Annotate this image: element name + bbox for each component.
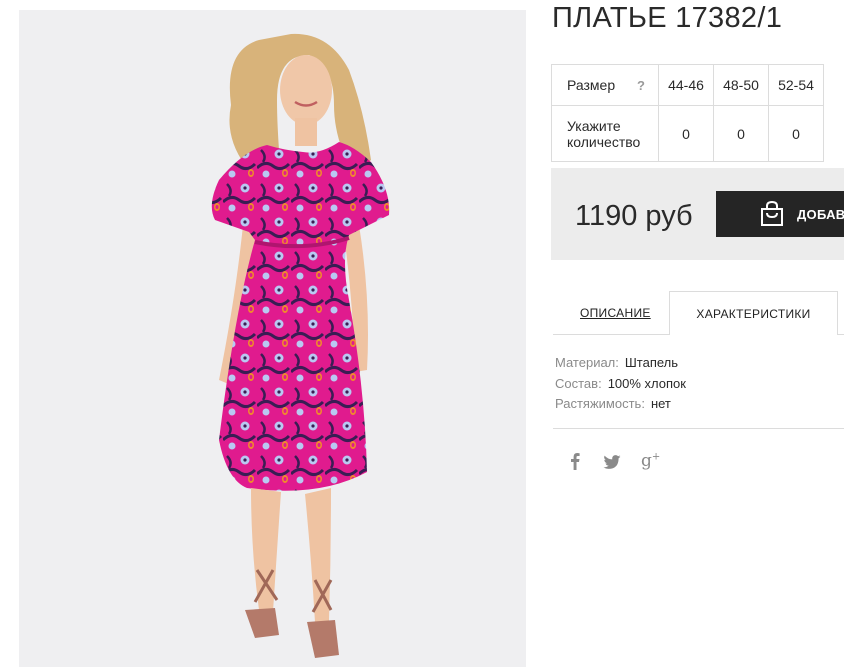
size-quantity-table: Размер ? 44-46 48-50 52-54 Укажите колич… xyxy=(551,64,824,162)
characteristic-value: нет xyxy=(650,396,671,411)
size-header-cell: Размер ? xyxy=(551,64,659,106)
add-to-cart-label: ДОБАВИТЬ В КОРЗИНУ xyxy=(797,207,844,222)
tabs-divider-right xyxy=(838,334,844,335)
quantity-label-line1: Укажите xyxy=(567,117,621,134)
size-help-icon[interactable]: ? xyxy=(637,78,645,93)
google-plus-icon: g+ xyxy=(641,451,661,471)
characteristic-composition: Состав: 100% хлопок xyxy=(555,374,686,395)
size-option-52-54: 52-54 xyxy=(768,64,824,106)
tab-description[interactable]: ОПИСАНИЕ xyxy=(580,306,651,320)
characteristic-stretch: Растяжимость: нет xyxy=(555,394,686,415)
facebook-icon xyxy=(571,453,580,470)
characteristics-list: Материал: Штапель Состав: 100% хлопок Раст… xyxy=(555,353,686,415)
quantity-label-line2: количество xyxy=(567,133,641,150)
size-row: Размер ? 44-46 48-50 52-54 xyxy=(551,64,824,106)
quantity-input-48-50[interactable]: 0 xyxy=(713,105,769,162)
price-box: 1190 руб ДОБАВИТЬ В КОРЗИНУ xyxy=(551,168,844,260)
google-plus-share-button[interactable]: g+ xyxy=(641,451,660,471)
size-option-44-46: 44-46 xyxy=(658,64,714,106)
tabs-divider xyxy=(553,334,669,335)
add-to-cart-button[interactable]: ДОБАВИТЬ В КОРЗИНУ xyxy=(716,191,844,237)
characteristic-key: Состав: xyxy=(555,375,602,391)
section-divider xyxy=(553,428,844,429)
characteristic-value: Штапель xyxy=(624,355,679,370)
product-image[interactable] xyxy=(19,10,526,667)
twitter-share-button[interactable] xyxy=(603,455,621,469)
twitter-icon xyxy=(603,455,621,469)
quantity-row: Укажите количество 0 0 0 xyxy=(551,105,824,162)
product-title: ПЛАТЬЕ 17382/1 xyxy=(552,2,783,34)
quantity-input-52-54[interactable]: 0 xyxy=(768,105,824,162)
characteristic-key: Растяжимость: xyxy=(555,396,645,411)
quantity-input-44-46[interactable]: 0 xyxy=(658,105,714,162)
size-header-label: Размер xyxy=(567,77,616,93)
tab-characteristics[interactable]: ХАРАКТЕРИСТИКИ xyxy=(669,291,838,335)
facebook-share-button[interactable] xyxy=(569,452,581,470)
characteristic-material: Материал: Штапель xyxy=(555,353,686,374)
quantity-header-cell: Укажите количество xyxy=(551,105,659,162)
size-option-48-50: 48-50 xyxy=(713,64,769,106)
model-photo-illustration xyxy=(211,33,390,658)
characteristic-value: 100% хлопок xyxy=(607,375,686,391)
characteristic-key: Материал: xyxy=(555,355,619,370)
shopping-bag-icon xyxy=(761,200,783,226)
product-price: 1190 руб xyxy=(575,200,693,232)
